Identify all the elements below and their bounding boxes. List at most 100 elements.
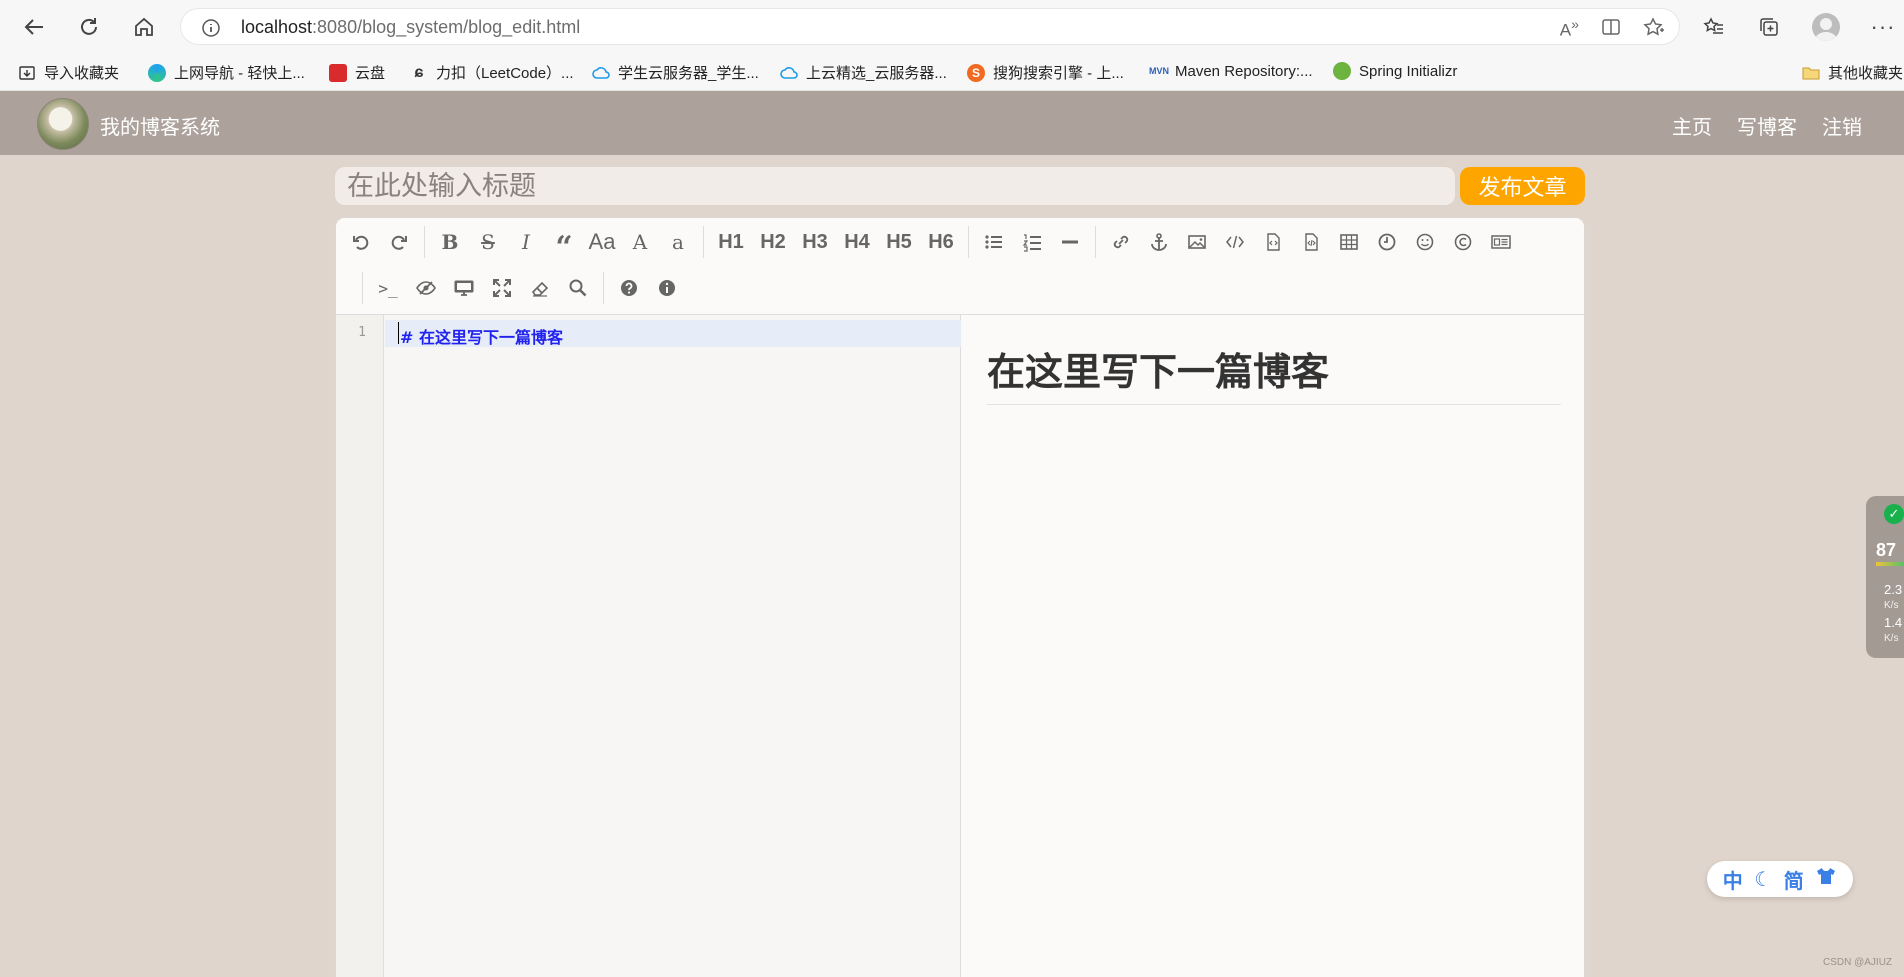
site-logo	[37, 98, 89, 150]
nav-logout-link[interactable]: 注销	[1822, 111, 1862, 140]
publish-button[interactable]: 发布文章	[1460, 167, 1585, 205]
h2-button[interactable]: H2	[752, 226, 794, 258]
home-button[interactable]	[128, 11, 160, 43]
italic-icon[interactable]: I	[507, 226, 545, 258]
preview-icon[interactable]	[445, 272, 483, 304]
cloud-icon	[780, 66, 798, 79]
ordered-list-icon[interactable]	[1013, 226, 1051, 258]
nav-home-link[interactable]: 主页	[1672, 111, 1712, 140]
more-menu-icon[interactable]: ···	[1866, 10, 1900, 44]
line-number-gutter: 1	[336, 315, 384, 977]
bookmark-other-folder[interactable]: 其他收藏夹	[1802, 62, 1903, 83]
bookmark-cloud-drive[interactable]: 云盘	[329, 62, 385, 83]
spring-icon	[1333, 62, 1351, 80]
refresh-button[interactable]	[73, 11, 105, 43]
bookmark-spring[interactable]: Spring Initializr	[1333, 62, 1457, 80]
bookmark-maven[interactable]: MVN Maven Repository:...	[1149, 62, 1313, 80]
bookmark-leetcode[interactable]: ɕ 力扣（LeetCode）...	[410, 62, 574, 83]
edge-icon	[148, 63, 166, 82]
emoji-icon[interactable]	[1406, 226, 1444, 258]
collections-button[interactable]	[1752, 10, 1786, 44]
font-size-up-icon[interactable]: A	[621, 226, 659, 258]
collections-icon	[1760, 18, 1778, 36]
horizontal-rule-icon[interactable]	[1051, 226, 1089, 258]
moon-icon[interactable]: ☾	[1754, 867, 1772, 892]
site-title: 我的博客系统	[100, 117, 220, 139]
favorites-button[interactable]	[1697, 10, 1731, 44]
ime-language-toggle[interactable]: 中	[1723, 865, 1743, 894]
skin-shirt-icon[interactable]	[1815, 866, 1837, 892]
help-icon[interactable]	[610, 272, 648, 304]
bold-icon[interactable]: B	[431, 226, 469, 258]
redo-icon[interactable]	[380, 226, 418, 258]
upload-speed: 2.3 K/s	[1884, 582, 1903, 611]
bookmark-student-cloud[interactable]: 学生云服务器_学生...	[592, 62, 759, 83]
line-number: 1	[358, 325, 366, 340]
bookmark-sogou[interactable]: S 搜狗搜索引擎 - 上...	[967, 62, 1124, 83]
table-icon[interactable]	[1330, 226, 1368, 258]
toolbar-divider	[968, 226, 969, 258]
quote-icon[interactable]: “	[545, 226, 583, 263]
pagebreak-icon[interactable]	[1482, 226, 1520, 258]
unordered-list-icon[interactable]	[975, 226, 1013, 258]
h6-button[interactable]: H6	[920, 226, 962, 258]
h1-button[interactable]: H1	[710, 226, 752, 258]
split-screen-icon[interactable]	[1601, 17, 1621, 42]
profile-avatar-icon	[1812, 13, 1840, 41]
search-icon[interactable]	[559, 272, 597, 304]
refresh-icon	[81, 18, 97, 35]
markdown-text-line[interactable]: # 在这里写下一篇博客	[400, 324, 563, 348]
toolbar-divider	[603, 272, 604, 304]
toolbar-divider	[1095, 226, 1096, 258]
bookmark-cloud-select[interactable]: 上云精选_云服务器...	[780, 62, 947, 83]
code-block-icon[interactable]	[1254, 226, 1292, 258]
favorites-icon	[1703, 17, 1723, 34]
toolbar-divider	[703, 226, 704, 258]
html-entities-icon[interactable]	[1444, 226, 1482, 258]
toolbar-divider	[424, 226, 425, 258]
read-aloud-icon[interactable]: A»	[1560, 17, 1579, 42]
download-speed: 1.4 K/s	[1884, 615, 1903, 644]
anchor-icon[interactable]	[1140, 226, 1178, 258]
markdown-input-pane[interactable]: 1 # 在这里写下一篇博客	[336, 315, 961, 977]
shield-check-icon: ✓	[1884, 504, 1904, 524]
h5-button[interactable]: H5	[878, 226, 920, 258]
fullscreen-icon[interactable]	[483, 272, 521, 304]
back-button[interactable]	[18, 11, 50, 43]
title-input[interactable]	[335, 167, 1455, 205]
site-info-icon[interactable]	[201, 18, 221, 43]
network-speed-widget[interactable]: ✓ 87 2.3 K/s 1.4 K/s	[1866, 496, 1904, 658]
bookmark-nav[interactable]: 上网导航 - 轻快上...	[148, 62, 305, 83]
ime-toolbar[interactable]: 中 ☾ 简	[1707, 861, 1853, 897]
ime-script-toggle[interactable]: 简	[1784, 865, 1804, 894]
browser-toolbar: localhost:8080/blog_system/blog_edit.htm…	[0, 0, 1904, 53]
image-icon[interactable]	[1178, 226, 1216, 258]
strikethrough-icon[interactable]: S	[469, 226, 507, 258]
address-bar[interactable]: localhost:8080/blog_system/blog_edit.htm…	[180, 8, 1680, 45]
goto-line-icon[interactable]: >_	[369, 272, 407, 304]
datetime-icon[interactable]	[1368, 226, 1406, 258]
add-favorite-icon[interactable]	[1643, 17, 1665, 42]
editor-toolbar: B S I “ Aa A a H1 H2 H3 H4 H5 H6 >_	[336, 218, 1584, 315]
h3-button[interactable]: H3	[794, 226, 836, 258]
cloud-icon	[592, 66, 610, 79]
undo-icon[interactable]	[342, 226, 380, 258]
preformatted-text-icon[interactable]	[1292, 226, 1330, 258]
uppercase-icon[interactable]: Aa	[583, 226, 621, 258]
import-icon	[19, 65, 35, 80]
link-icon[interactable]	[1102, 226, 1140, 258]
nav-write-link[interactable]: 写博客	[1737, 111, 1797, 140]
lowercase-icon[interactable]: a	[659, 226, 697, 258]
leetcode-icon: ɕ	[414, 63, 424, 81]
network-score: 87	[1876, 540, 1897, 560]
score-bar	[1876, 562, 1904, 566]
markdown-editor: B S I “ Aa A a H1 H2 H3 H4 H5 H6 >_ 1 # …	[335, 217, 1585, 977]
profile-button[interactable]	[1809, 10, 1843, 44]
watch-toggle-icon[interactable]	[407, 272, 445, 304]
h4-button[interactable]: H4	[836, 226, 878, 258]
info-icon[interactable]	[648, 272, 686, 304]
watermark-text: CSDN @AJIUZ	[1823, 957, 1893, 968]
bookmark-import[interactable]: 导入收藏夹	[18, 62, 119, 83]
clear-eraser-icon[interactable]	[521, 272, 559, 304]
inline-code-icon[interactable]	[1216, 226, 1254, 258]
